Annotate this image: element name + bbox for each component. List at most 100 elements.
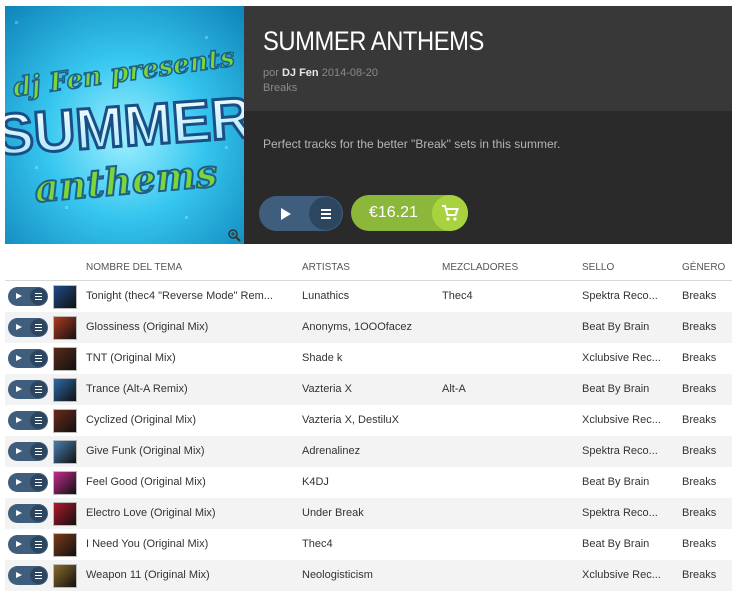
track-title[interactable]: Weapon 11 (Original Mix) xyxy=(86,569,299,581)
track-mixers[interactable]: Thec4 xyxy=(442,290,577,302)
track-play-button[interactable] xyxy=(8,380,48,399)
track-label[interactable]: Spektra Reco... xyxy=(582,445,677,457)
queue-icon[interactable] xyxy=(30,412,47,429)
buy-button[interactable]: €16.21 xyxy=(351,195,468,231)
play-icon xyxy=(16,417,22,423)
table-row: I Need You (Original Mix) Thec4 Beat By Br… xyxy=(5,529,732,560)
release-player-control xyxy=(259,196,343,231)
release-info: SUMMER ANTHEMS por DJ Fen 2014-08-20 Bre… xyxy=(244,6,732,244)
track-genre[interactable]: Breaks xyxy=(682,507,732,519)
track-title[interactable]: Tonight (thec4 "Reverse Mode" Rem... xyxy=(86,290,299,302)
queue-icon[interactable] xyxy=(30,536,47,553)
track-artists[interactable]: Adrenalinez xyxy=(302,445,437,457)
table-row: Electro Love (Original Mix) Under Break Sp… xyxy=(5,498,732,529)
track-play-button[interactable] xyxy=(8,504,48,523)
track-artists[interactable]: K4DJ xyxy=(302,476,437,488)
track-title[interactable]: TNT (Original Mix) xyxy=(86,352,299,364)
release-price: €16.21 xyxy=(369,204,418,221)
track-title[interactable]: Feel Good (Original Mix) xyxy=(86,476,299,488)
track-title[interactable]: Cyclized (Original Mix) xyxy=(86,414,299,426)
track-artists[interactable]: Under Break xyxy=(302,507,437,519)
release-meta: por DJ Fen 2014-08-20 xyxy=(263,67,378,79)
track-label[interactable]: Beat By Brain xyxy=(582,321,677,333)
track-thumbnail[interactable] xyxy=(53,378,77,402)
queue-icon[interactable] xyxy=(30,443,47,460)
track-label[interactable]: Xclubsive Rec... xyxy=(582,352,677,364)
queue-icon[interactable] xyxy=(30,381,47,398)
track-genre[interactable]: Breaks xyxy=(682,445,732,457)
track-title[interactable]: Glossiness (Original Mix) xyxy=(86,321,299,333)
col-header-mixers[interactable]: MEZCLADORES xyxy=(442,262,518,273)
track-thumbnail[interactable] xyxy=(53,347,77,371)
track-genre[interactable]: Breaks xyxy=(682,538,732,550)
track-label[interactable]: Beat By Brain xyxy=(582,383,677,395)
track-genre[interactable]: Breaks xyxy=(682,352,732,364)
track-thumbnail[interactable] xyxy=(53,564,77,588)
queue-icon[interactable] xyxy=(30,474,47,491)
col-header-title[interactable]: NOMBRE DEL TEMA xyxy=(86,262,182,273)
release-artist-link[interactable]: DJ Fen xyxy=(282,67,319,79)
track-thumbnail[interactable] xyxy=(53,502,77,526)
track-play-button[interactable] xyxy=(8,318,48,337)
track-thumbnail[interactable] xyxy=(53,471,77,495)
track-genre[interactable]: Breaks xyxy=(682,290,732,302)
track-genre[interactable]: Breaks xyxy=(682,569,732,581)
track-artists[interactable]: Lunathics xyxy=(302,290,437,302)
play-icon xyxy=(16,541,22,547)
track-artists[interactable]: Anonyms, 1OOOfacez xyxy=(302,321,437,333)
track-thumbnail[interactable] xyxy=(53,409,77,433)
play-icon xyxy=(16,324,22,330)
track-artists[interactable]: Thec4 xyxy=(302,538,437,550)
track-genre[interactable]: Breaks xyxy=(682,414,732,426)
queue-icon[interactable] xyxy=(30,350,47,367)
queue-button[interactable] xyxy=(309,197,342,230)
track-artists[interactable]: Shade k xyxy=(302,352,437,364)
track-play-button[interactable] xyxy=(8,411,48,430)
table-row: Cyclized (Original Mix) Vazteria X, Desti… xyxy=(5,405,732,436)
play-button[interactable] xyxy=(259,196,311,231)
track-thumbnail[interactable] xyxy=(53,285,77,309)
queue-icon[interactable] xyxy=(30,505,47,522)
col-header-label[interactable]: SELLO xyxy=(582,262,614,273)
queue-icon[interactable] xyxy=(30,319,47,336)
track-play-button[interactable] xyxy=(8,442,48,461)
queue-icon[interactable] xyxy=(30,567,47,584)
track-title[interactable]: I Need You (Original Mix) xyxy=(86,538,299,550)
play-icon xyxy=(16,293,22,299)
album-cover[interactable]: dj Fen presents SUMMER anthems xyxy=(5,6,244,244)
queue-icon[interactable] xyxy=(30,288,47,305)
track-title[interactable]: Trance (Alt-A Remix) xyxy=(86,383,299,395)
table-row: Weapon 11 (Original Mix) Neologisticism Xc… xyxy=(5,560,732,591)
track-play-button[interactable] xyxy=(8,287,48,306)
col-header-genre[interactable]: GÉNERO xyxy=(682,262,725,273)
track-play-button[interactable] xyxy=(8,566,48,585)
tracks-table: NOMBRE DEL TEMA ARTISTAS MEZCLADORES SEL… xyxy=(5,253,732,591)
track-thumbnail[interactable] xyxy=(53,316,77,340)
track-genre[interactable]: Breaks xyxy=(682,383,732,395)
track-artists[interactable]: Vazteria X xyxy=(302,383,437,395)
zoom-icon[interactable] xyxy=(228,229,241,242)
track-label[interactable]: Beat By Brain xyxy=(582,476,677,488)
track-genre[interactable]: Breaks xyxy=(682,321,732,333)
track-label[interactable]: Xclubsive Rec... xyxy=(582,569,677,581)
track-play-button[interactable] xyxy=(8,349,48,368)
track-genre[interactable]: Breaks xyxy=(682,476,732,488)
col-header-artists[interactable]: ARTISTAS xyxy=(302,262,350,273)
track-label[interactable]: Xclubsive Rec... xyxy=(582,414,677,426)
release-genre[interactable]: Breaks xyxy=(263,82,297,94)
track-thumbnail[interactable] xyxy=(53,440,77,464)
track-artists[interactable]: Vazteria X, DestiluX xyxy=(302,414,437,426)
add-to-cart-button[interactable] xyxy=(432,195,468,231)
track-title[interactable]: Give Funk (Original Mix) xyxy=(86,445,299,457)
track-title[interactable]: Electro Love (Original Mix) xyxy=(86,507,299,519)
track-mixers[interactable]: Alt-A xyxy=(442,383,577,395)
table-row: Glossiness (Original Mix) Anonyms, 1OOOfa… xyxy=(5,312,732,343)
track-label[interactable]: Spektra Reco... xyxy=(582,507,677,519)
track-play-button[interactable] xyxy=(8,535,48,554)
track-thumbnail[interactable] xyxy=(53,533,77,557)
track-artists[interactable]: Neologisticism xyxy=(302,569,437,581)
track-label[interactable]: Spektra Reco... xyxy=(582,290,677,302)
queue-icon xyxy=(321,209,331,219)
track-label[interactable]: Beat By Brain xyxy=(582,538,677,550)
track-play-button[interactable] xyxy=(8,473,48,492)
